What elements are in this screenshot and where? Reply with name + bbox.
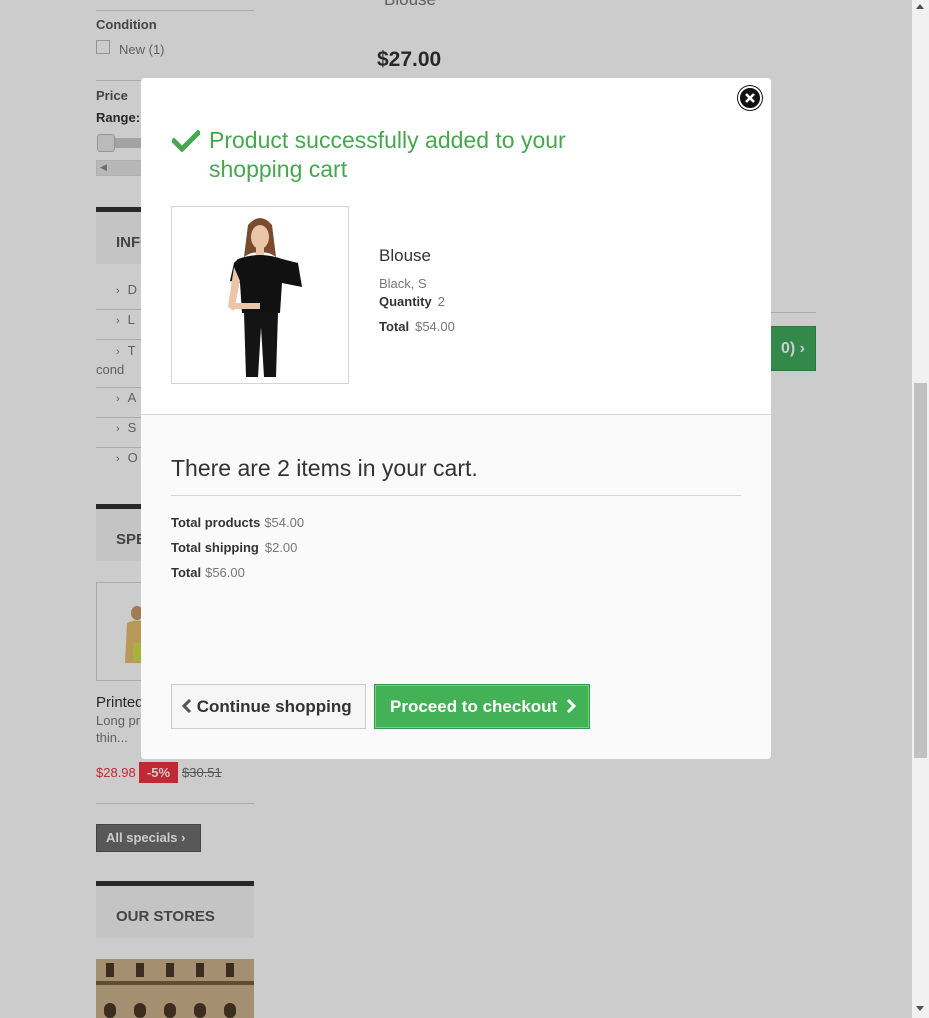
product-image — [171, 206, 349, 384]
modal-cart-section: There are 2 items in your cart. Total pr… — [141, 415, 771, 759]
add-to-cart-modal: Product successfully added to your shopp… — [141, 78, 771, 759]
vertical-scrollbar[interactable] — [912, 0, 929, 1018]
chevron-right-icon — [562, 685, 577, 728]
total-products-row: Total products $54.00 — [171, 515, 304, 530]
chevron-left-icon — [181, 685, 192, 728]
close-modal-button[interactable] — [738, 86, 762, 110]
cart-item-count: There are 2 items in your cart. — [171, 455, 478, 481]
modal-product-section: Product successfully added to your shopp… — [141, 78, 771, 415]
total-shipping-value: $2.00 — [264, 540, 298, 555]
quantity-value: 2 — [437, 294, 445, 309]
total-products-label: Total products — [171, 515, 261, 530]
product-total-label: Total — [379, 319, 410, 334]
product-quantity: Quantity 2 — [379, 294, 445, 309]
product-total: Total $54.00 — [379, 319, 455, 334]
cart-total-row: Total $56.00 — [171, 565, 245, 580]
product-name: Blouse — [379, 246, 431, 265]
continue-shopping-button[interactable]: Continue shopping — [171, 684, 366, 729]
total-shipping-row: Total shipping $2.00 — [171, 540, 297, 555]
scroll-down-icon[interactable] — [916, 1006, 924, 1011]
divider — [171, 495, 741, 496]
product-total-value: $54.00 — [415, 319, 455, 334]
total-products-value: $54.00 — [264, 515, 305, 530]
continue-shopping-label: Continue shopping — [196, 697, 352, 716]
cart-total-value: $56.00 — [205, 565, 245, 580]
proceed-to-checkout-button[interactable]: Proceed to checkout — [374, 684, 590, 729]
proceed-to-checkout-label: Proceed to checkout — [390, 697, 558, 716]
scroll-up-icon[interactable] — [916, 4, 924, 9]
product-attributes: Black, S — [379, 276, 427, 291]
close-icon — [745, 93, 755, 103]
total-shipping-label: Total shipping — [171, 540, 259, 555]
cart-total-label: Total — [171, 565, 202, 580]
quantity-label: Quantity — [379, 294, 432, 309]
success-message: Product successfully added to your shopp… — [209, 127, 566, 182]
checkmark-icon — [170, 129, 202, 157]
scrollbar-thumb[interactable] — [914, 383, 927, 758]
